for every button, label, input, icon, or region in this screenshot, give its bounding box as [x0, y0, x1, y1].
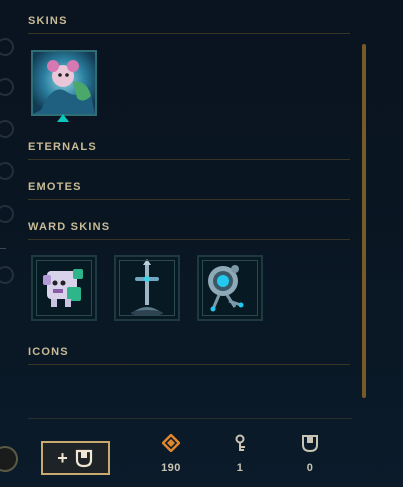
- orange-essence-icon: [161, 433, 181, 453]
- owned-marker-icon: [57, 114, 69, 122]
- section-title: ICONS: [28, 346, 69, 358]
- key-counter: 1: [220, 434, 260, 474]
- rail-filter-icon[interactable]: [0, 205, 14, 223]
- ward-skin-tile[interactable]: [114, 255, 180, 321]
- orange-essence-counter: 190: [151, 433, 191, 474]
- chest-icon: [75, 449, 92, 468]
- scrollbar-thumb[interactable]: [362, 44, 366, 398]
- section-title: EMOTES: [28, 181, 82, 193]
- add-plus-label: +: [57, 447, 68, 468]
- champion-portrait-icon: [33, 52, 95, 114]
- rail-filter-icon[interactable]: [0, 120, 14, 138]
- skin-tile[interactable]: [31, 50, 97, 116]
- chest-counter: 0: [290, 434, 330, 474]
- section-header-icons: ICONS: [28, 345, 350, 365]
- footer-divider: [28, 418, 352, 419]
- rail-filter-icon[interactable]: [0, 78, 14, 96]
- chest-count: 0: [306, 462, 314, 474]
- section-title: ETERNALS: [28, 141, 97, 153]
- tile-frame: [119, 260, 175, 316]
- rail-filter-icon[interactable]: [0, 38, 14, 56]
- section-header-emotes: EMOTES: [28, 180, 350, 200]
- section-header-skins: SKINS: [28, 14, 350, 34]
- orange-essence-count: 190: [161, 462, 181, 474]
- add-chest-button[interactable]: +: [41, 441, 110, 475]
- section-header-ward-skins: WARD SKINS: [28, 220, 350, 240]
- key-icon: [235, 434, 245, 451]
- rail-divider: [0, 248, 6, 249]
- ward-skin-tile[interactable]: [31, 255, 97, 321]
- loot-inventory-panel: SKINS ETERNALS EMOTES WARD SKINS ICONS +…: [0, 0, 403, 487]
- left-icon-rail: [0, 0, 18, 487]
- rail-filter-icon[interactable]: [0, 162, 14, 180]
- key-count: 1: [236, 462, 244, 474]
- rail-filter-icon[interactable]: [0, 266, 14, 284]
- tile-frame: [202, 260, 258, 316]
- section-title: SKINS: [28, 15, 68, 27]
- section-header-eternals: ETERNALS: [28, 140, 350, 160]
- tile-frame: [36, 260, 92, 316]
- chest-icon: [302, 435, 318, 453]
- ward-skin-tile[interactable]: [197, 255, 263, 321]
- section-title: WARD SKINS: [28, 221, 111, 233]
- rail-bottom-button[interactable]: [0, 446, 18, 472]
